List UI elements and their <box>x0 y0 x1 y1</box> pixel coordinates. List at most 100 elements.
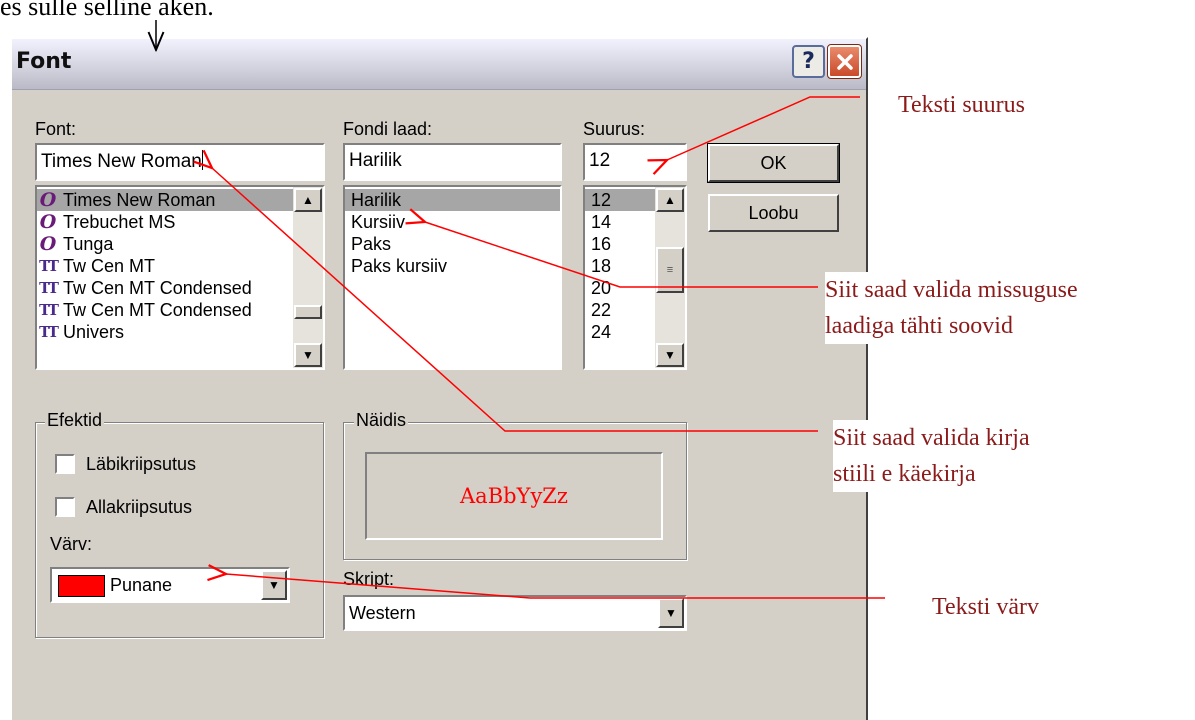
font-style-item[interactable]: Harilik <box>345 189 560 211</box>
font-style-item[interactable]: Kursiiv <box>345 211 560 233</box>
font-list-rows: O Times New Roman O Trebuchet MS O Tunga TT Tw … <box>37 189 293 343</box>
font-style-input[interactable]: Harilik <box>343 143 562 181</box>
size-list-item-label: 24 <box>591 322 612 342</box>
callout-size: Teksti suurus <box>898 87 1025 123</box>
close-icon <box>836 53 853 70</box>
callout-style-line2: laadiga tähti soovid <box>825 313 1013 339</box>
help-button[interactable]: ? <box>792 45 825 78</box>
font-list-item-label: Tunga <box>63 234 114 254</box>
font-name-input[interactable]: Times New Roman <box>35 143 325 181</box>
script-label: Skript: <box>343 569 395 589</box>
font-list-item[interactable]: TT Tw Cen MT <box>37 255 293 277</box>
size-list-item-label: 22 <box>591 300 612 320</box>
size-list[interactable]: 12 14 16 18 20 22 24 ▲ ≡ ▼ <box>583 185 687 370</box>
strikethrough-checkbox[interactable] <box>55 454 75 474</box>
callout-color: Teksti värv <box>932 589 1039 625</box>
size-label: Suurus: <box>583 119 646 139</box>
font-label: Font: <box>35 119 77 139</box>
font-list-item-label: Tw Cen MT Condensed <box>63 278 252 298</box>
scroll-thumb[interactable] <box>294 305 322 319</box>
font-list-item[interactable]: O Tunga <box>37 233 293 255</box>
color-value: Punane <box>110 575 173 595</box>
font-style-item[interactable]: Paks kursiiv <box>345 255 560 277</box>
opentype-font-icon: O <box>39 189 57 211</box>
font-list-item-label: Tw Cen MT Condensed <box>63 300 252 320</box>
color-select[interactable]: Punane ▼ <box>50 567 290 603</box>
size-list-item-label: 16 <box>591 234 612 254</box>
chevron-down-icon: ▼ <box>268 578 280 592</box>
font-list-item-label: Tw Cen MT <box>63 256 156 276</box>
size-list-scrollbar[interactable]: ▲ ≡ ▼ <box>655 187 685 368</box>
chevron-down-icon: ▼ <box>302 348 314 362</box>
help-icon: ? <box>802 49 815 74</box>
ok-button[interactable]: OK <box>707 143 840 183</box>
font-list-item[interactable]: O Trebuchet MS <box>37 211 293 233</box>
font-list-item[interactable]: TT Tw Cen MT Condensed <box>37 299 293 321</box>
font-style-item-label: Kursiiv <box>351 212 406 232</box>
size-list-item-label: 14 <box>591 212 612 232</box>
font-list-item[interactable]: TT Tw Cen MT Condensed <box>37 277 293 299</box>
scroll-up-button[interactable]: ▲ <box>294 188 322 212</box>
sample-preview: AaBbYyZz <box>365 452 663 540</box>
size-list-item[interactable]: 24 <box>585 321 655 343</box>
underline-checkbox[interactable] <box>55 497 75 517</box>
size-list-item-label: 12 <box>591 190 612 210</box>
font-list-scrollbar[interactable]: ▲ ▼ <box>293 187 323 368</box>
callout-font: Siit saad valida kirja stiili e käekirja <box>833 420 1030 492</box>
scroll-down-button[interactable]: ▼ <box>294 343 322 367</box>
font-style-item-label: Paks kursiiv <box>351 256 448 276</box>
script-dropdown-button[interactable]: ▼ <box>658 598 684 628</box>
size-list-item[interactable]: 12 <box>585 189 655 211</box>
callout-size-text: Teksti suurus <box>898 92 1025 118</box>
font-list-item[interactable]: TT Univers <box>37 321 293 343</box>
font-list[interactable]: O Times New Roman O Trebuchet MS O Tunga TT Tw … <box>35 185 325 370</box>
font-style-rows: Harilik Kursiiv Paks Paks kursiiv <box>345 189 560 277</box>
title-bar: Font ? <box>12 39 866 90</box>
font-style-item-label: Paks <box>351 234 392 254</box>
font-style-label: Fondi laad: <box>343 119 433 139</box>
callout-font-line2: stiili e käekirja <box>833 461 976 487</box>
text-cursor <box>201 150 203 170</box>
underline-label[interactable]: Allakriipsutus <box>86 497 192 518</box>
size-list-rows: 12 14 16 18 20 22 24 <box>585 189 655 343</box>
scroll-down-button[interactable]: ▼ <box>656 343 684 367</box>
chevron-up-icon: ▲ <box>302 193 314 207</box>
size-list-item[interactable]: 14 <box>585 211 655 233</box>
font-style-list[interactable]: Harilik Kursiiv Paks Paks kursiiv <box>343 185 562 370</box>
size-list-item-label: 20 <box>591 278 612 298</box>
truetype-font-icon: TT <box>39 279 59 297</box>
callout-style: Siit saad valida missuguse laadiga tähti… <box>825 272 1078 344</box>
chevron-up-icon: ▲ <box>664 193 676 207</box>
dialog-title: Font <box>16 49 72 74</box>
font-list-item-label: Times New Roman <box>63 190 216 210</box>
color-dropdown-button[interactable]: ▼ <box>261 570 287 600</box>
truetype-font-icon: TT <box>39 301 59 319</box>
size-list-item-label: 18 <box>591 256 612 276</box>
size-list-item[interactable]: 22 <box>585 299 655 321</box>
close-button[interactable] <box>827 44 862 79</box>
size-list-item[interactable]: 18 <box>585 255 655 277</box>
callout-font-line1: Siit saad valida kirja <box>833 425 1030 451</box>
script-value: Western <box>349 603 416 623</box>
opentype-font-icon: O <box>39 233 57 255</box>
font-style-item[interactable]: Paks <box>345 233 560 255</box>
script-select[interactable]: Western ▼ <box>343 595 687 631</box>
scroll-thumb[interactable]: ≡ <box>656 247 684 293</box>
sample-text: AaBbYyZz <box>460 484 568 508</box>
font-list-item-label: Univers <box>63 322 125 342</box>
scroll-up-button[interactable]: ▲ <box>656 188 684 212</box>
truetype-font-icon: TT <box>39 257 59 275</box>
chevron-down-icon: ▼ <box>665 606 677 620</box>
size-list-item[interactable]: 20 <box>585 277 655 299</box>
opentype-font-icon: O <box>39 211 57 233</box>
size-input[interactable]: 12 <box>583 143 687 181</box>
strikethrough-label[interactable]: Läbikriipsutus <box>86 454 196 475</box>
chevron-down-icon: ▼ <box>664 348 676 362</box>
font-list-item[interactable]: O Times New Roman <box>37 189 293 211</box>
truetype-font-icon: TT <box>39 323 59 341</box>
cancel-button[interactable]: Loobu <box>708 194 839 232</box>
font-style-item-label: Harilik <box>351 190 402 210</box>
grip-icon: ≡ <box>666 264 674 276</box>
size-list-item[interactable]: 16 <box>585 233 655 255</box>
effects-label: Efektid <box>45 410 105 431</box>
